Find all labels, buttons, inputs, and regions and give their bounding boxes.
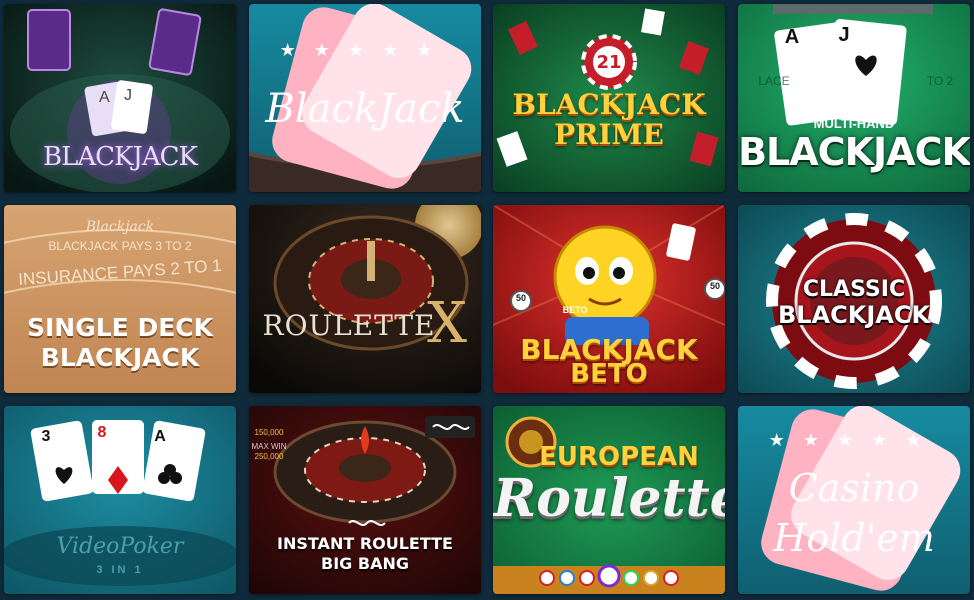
- chip-label-left: 50: [515, 293, 526, 303]
- tile-title-line2: Hold'em: [773, 516, 935, 560]
- tile-title-line2: BLACKJACK: [777, 301, 931, 329]
- game-tile-roulette-x[interactable]: ROULETTE X: [249, 205, 481, 393]
- side-value-3: MAX WIN: [251, 442, 287, 451]
- game-tile-blackjack-teal[interactable]: ★★★★★ BlackJack: [249, 4, 481, 192]
- table-text-2: BLACKJACK PAYS 3 TO 2: [48, 239, 192, 253]
- game-tile-blackjack-prime[interactable]: 21 BLACKJACK PRIME: [493, 4, 725, 192]
- game-tile-blackjack-classic[interactable]: A J BLACKJACK: [4, 4, 236, 192]
- tile-title: BLACKJACK: [738, 130, 970, 174]
- tile-title-line1: Casino: [788, 466, 920, 510]
- game-tile-blackjack-beto[interactable]: 50 50 BETO BLACKJACK BETO: [493, 205, 725, 393]
- tile-title: BlackJack: [265, 86, 465, 132]
- tile-title-line2: BLACKJACK: [40, 343, 200, 372]
- tile-title-line1: SINGLE DECK: [26, 313, 213, 342]
- game-tile-european-roulette[interactable]: EUROPEAN Roulette: [493, 406, 725, 594]
- tile-title-line2: PRIME: [554, 118, 664, 151]
- star-icons: ★★★★★: [768, 430, 940, 450]
- tile-subtitle: 3 IN 1: [96, 564, 144, 576]
- side-value-2: 250,000: [254, 452, 284, 461]
- tile-title: VideoPoker: [56, 534, 184, 559]
- game-grid: A J BLACKJACK ★★★★★ BlackJack 21 BLACKJA…: [0, 0, 974, 600]
- tile-title-line1: BLACKJACK: [512, 88, 706, 121]
- tile-title-line1: INSTANT ROULETTE: [277, 534, 453, 553]
- felt-text-right: TO 2: [926, 74, 954, 88]
- chip-label-right: 50: [709, 281, 720, 291]
- tile-title-line2: BETO: [570, 359, 648, 389]
- tile-title: BLACKJACK: [43, 142, 198, 172]
- game-tile-casino-holdem[interactable]: ★★★★★ Casino Hold'em: [738, 406, 970, 594]
- svg-text:J: J: [124, 87, 132, 104]
- tile-title-line1: CLASSIC: [802, 277, 906, 302]
- tile-title-x: X: [427, 291, 467, 356]
- game-tile-instant-roulette[interactable]: 150,000 MAX WIN 250,000 INSTANT ROULETTE…: [249, 406, 481, 594]
- tile-title-line2: BIG BANG: [321, 554, 409, 573]
- game-tile-single-deck-blackjack[interactable]: Blackjack BLACKJACK PAYS 3 TO 2 INSURANC…: [4, 205, 236, 393]
- game-tile-video-poker[interactable]: 3 8 A VideoPoker 3 IN 1: [4, 406, 236, 594]
- game-tile-classic-blackjack[interactable]: CLASSIC BLACKJACK: [738, 205, 970, 393]
- card-rank-j: J: [838, 24, 850, 46]
- card-rank-3: A: [154, 428, 166, 445]
- svg-text:A: A: [99, 89, 110, 106]
- chip-number: 21: [596, 52, 622, 73]
- table-text-1: Blackjack: [85, 219, 155, 235]
- tile-title-line2: Roulette: [493, 468, 725, 529]
- game-tile-multi-hand-blackjack[interactable]: LACE TO 2 A J MULTI-HAND BLACKJACK: [738, 4, 970, 192]
- tile-subtitle: MULTI-HAND: [813, 116, 895, 131]
- side-value-1: 150,000: [254, 428, 284, 437]
- star-icons: ★★★★★: [279, 40, 451, 60]
- shirt-badge-text: BETO: [562, 305, 588, 315]
